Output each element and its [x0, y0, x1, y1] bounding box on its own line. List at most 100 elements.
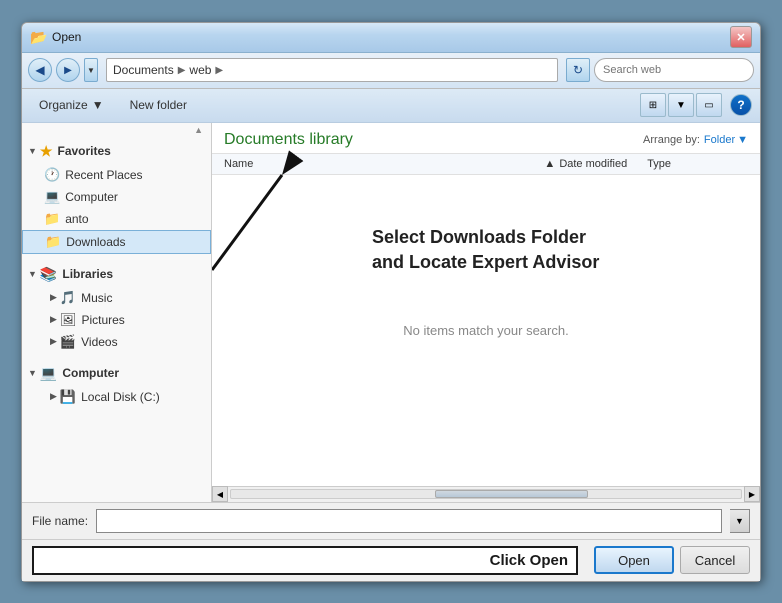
- sidebar-item-recent-places[interactable]: 🕐 Recent Places: [22, 164, 211, 186]
- toolbar: Organize ▼ New folder ⊞ ▼ ▭ ?: [22, 89, 760, 123]
- path-separator-1: ▶: [178, 65, 186, 76]
- path-part-1: Documents: [113, 63, 174, 77]
- computer-label: Computer: [65, 190, 118, 204]
- cancel-button[interactable]: Cancel: [680, 546, 750, 574]
- arrange-by-control: Arrange by: Folder ▼: [643, 134, 748, 146]
- address-bar[interactable]: Documents ▶ web ▶: [106, 58, 558, 82]
- scrollbar-track: [230, 489, 742, 499]
- arrange-by-button[interactable]: Folder ▼: [704, 134, 748, 146]
- click-open-label: Click Open: [32, 546, 578, 575]
- close-button[interactable]: ✕: [730, 26, 752, 48]
- column-headers: Name ▲ Date modified Type: [212, 154, 760, 175]
- computer-section: ▼ 💻 Computer ▶ 💾 Local Disk (C:): [22, 357, 211, 412]
- layout-button[interactable]: ▭: [696, 93, 722, 117]
- content-header: Documents library Arrange by: Folder ▼: [212, 123, 760, 154]
- computer-group-header[interactable]: ▼ 💻 Computer: [22, 361, 211, 386]
- open-button[interactable]: Open: [594, 546, 674, 574]
- content-title: Documents library: [224, 131, 353, 149]
- content-body: No items match your search. Select Down: [212, 175, 760, 486]
- local-disk-expand-arrow: ▶: [50, 391, 57, 402]
- sidebar: ▲ ▼ ★ Favorites 🕐 Recent Places 💻 Comput…: [22, 123, 212, 502]
- sidebar-item-videos[interactable]: ▶ 🎬 Videos: [22, 331, 211, 353]
- forward-button[interactable]: ▶: [56, 58, 80, 82]
- videos-expand-arrow: ▶: [50, 336, 57, 347]
- path-part-2: web: [189, 63, 211, 77]
- sidebar-item-music[interactable]: ▶ 🎵 Music: [22, 287, 211, 309]
- col-date-header[interactable]: ▲ Date modified: [426, 158, 648, 170]
- sidebar-item-computer[interactable]: 💻 Computer: [22, 186, 211, 208]
- back-button[interactable]: ◀: [28, 58, 52, 82]
- favorites-group-header[interactable]: ▼ ★ Favorites: [22, 139, 211, 164]
- music-label: Music: [81, 291, 112, 305]
- arrange-by-label: Arrange by:: [643, 134, 700, 146]
- title-bar: 📂 Open ✕: [22, 23, 760, 53]
- anto-icon: 📁: [44, 211, 60, 227]
- scrollbar-left-button[interactable]: ◀: [212, 486, 228, 502]
- file-name-dropdown[interactable]: ▼: [730, 509, 750, 533]
- dialog-icon: 📂: [30, 29, 46, 45]
- main-area: ▲ ▼ ★ Favorites 🕐 Recent Places 💻 Comput…: [22, 123, 760, 502]
- scrollbar-thumb[interactable]: [435, 490, 588, 498]
- sidebar-scroll-indicator: ▲: [22, 123, 211, 135]
- libraries-group-header[interactable]: ▼ 📚 Libraries: [22, 262, 211, 287]
- computer2-label: Computer: [62, 366, 119, 380]
- computer2-icon: 💻: [40, 365, 57, 382]
- pictures-expand-arrow: ▶: [50, 314, 57, 325]
- horizontal-scrollbar: ◀ ▶: [212, 486, 760, 502]
- videos-label: Videos: [81, 335, 117, 349]
- computer2-arrow: ▼: [28, 368, 37, 378]
- view-dropdown-button[interactable]: ▼: [668, 93, 694, 117]
- favorites-section: ▼ ★ Favorites 🕐 Recent Places 💻 Computer…: [22, 135, 211, 258]
- file-name-label: File name:: [32, 514, 88, 528]
- downloads-icon: 📁: [45, 234, 61, 250]
- dialog-title: Open: [52, 30, 728, 44]
- libraries-arrow: ▼: [28, 269, 37, 279]
- help-button[interactable]: ?: [730, 94, 752, 116]
- sidebar-item-local-disk[interactable]: ▶ 💾 Local Disk (C:): [22, 386, 211, 408]
- pictures-icon: 🖼: [60, 312, 77, 328]
- col-date-sort-arrow: ▲: [544, 158, 555, 170]
- sidebar-item-downloads[interactable]: 📁 Downloads: [22, 230, 211, 254]
- col-type-header[interactable]: Type: [647, 158, 748, 170]
- anto-label: anto: [65, 212, 88, 226]
- col-name-header[interactable]: Name: [224, 158, 426, 170]
- local-disk-label: Local Disk (C:): [81, 390, 160, 404]
- recent-places-icon: 🕐: [44, 167, 60, 183]
- recent-places-label: Recent Places: [65, 168, 142, 182]
- nav-history-dropdown[interactable]: ▼: [84, 58, 98, 82]
- downloads-label: Downloads: [66, 235, 125, 249]
- videos-icon: 🎬: [60, 334, 76, 350]
- nav-bar: ◀ ▶ ▼ Documents ▶ web ▶ ↻: [22, 53, 760, 89]
- local-disk-icon: 💾: [60, 389, 76, 405]
- music-icon: 🎵: [60, 290, 76, 306]
- empty-message: No items match your search.: [403, 323, 568, 338]
- libraries-section: ▼ 📚 Libraries ▶ 🎵 Music ▶ 🖼 Pictures ▶ 🎬: [22, 258, 211, 357]
- organize-button[interactable]: Organize ▼: [30, 92, 113, 118]
- content-pane: Documents library Arrange by: Folder ▼ N…: [212, 123, 760, 502]
- open-dialog: 📂 Open ✕ ◀ ▶ ▼ Documents ▶ web ▶ ↻ Organ…: [21, 22, 761, 582]
- favorites-arrow: ▼: [28, 146, 37, 156]
- scrollbar-right-button[interactable]: ▶: [744, 486, 760, 502]
- button-row: Click Open Open Cancel: [22, 539, 760, 581]
- refresh-button[interactable]: ↻: [566, 58, 590, 82]
- arrange-by-arrow: ▼: [737, 134, 748, 146]
- organize-label: Organize: [39, 98, 88, 112]
- favorites-label: Favorites: [57, 144, 110, 158]
- file-name-input[interactable]: [96, 509, 722, 533]
- new-folder-label: New folder: [130, 98, 187, 112]
- favorites-star-icon: ★: [40, 143, 53, 160]
- pictures-label: Pictures: [81, 313, 124, 327]
- organize-arrow: ▼: [92, 98, 104, 112]
- search-input[interactable]: [594, 58, 754, 82]
- new-folder-button[interactable]: New folder: [121, 92, 196, 118]
- annotation-text: Select Downloads Folder and Locate Exper…: [372, 225, 599, 275]
- libraries-icon: 📚: [40, 266, 57, 283]
- sidebar-item-pictures[interactable]: ▶ 🖼 Pictures: [22, 309, 211, 331]
- view-icon-button[interactable]: ⊞: [640, 93, 666, 117]
- sidebar-item-anto[interactable]: 📁 anto: [22, 208, 211, 230]
- music-expand-arrow: ▶: [50, 292, 57, 303]
- col-date-label: Date modified: [559, 158, 627, 170]
- arrange-by-folder-label: Folder: [704, 134, 735, 146]
- path-separator-2: ▶: [215, 65, 223, 76]
- view-controls: ⊞ ▼ ▭: [640, 93, 722, 117]
